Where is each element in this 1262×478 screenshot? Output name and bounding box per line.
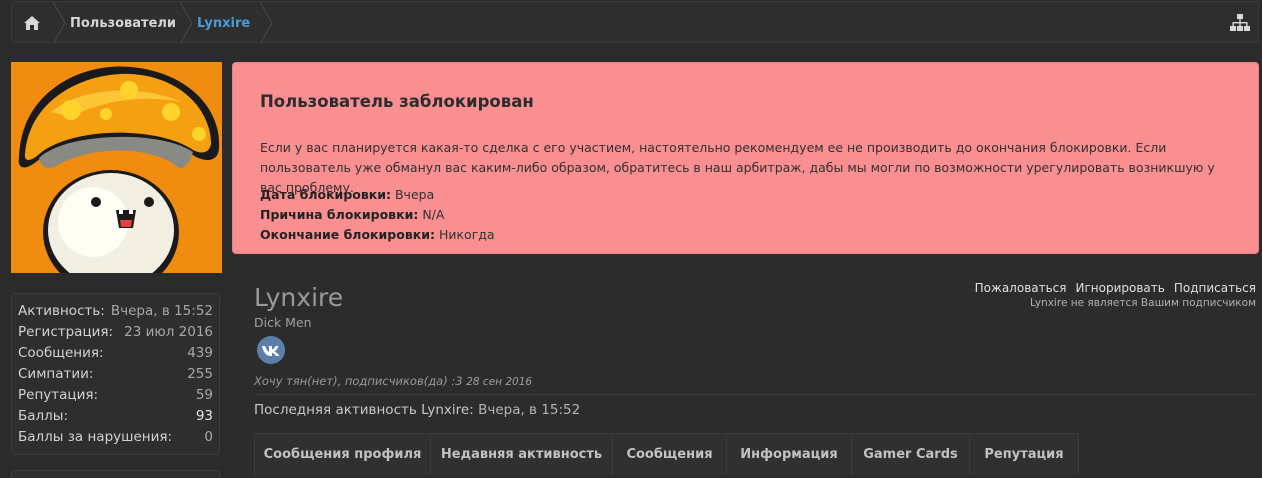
vk-icon[interactable] — [257, 336, 285, 364]
breadcrumb-separator — [179, 2, 193, 42]
user-status: Хочу тян(нет), подписчиков(да) :3 28 сен… — [254, 374, 532, 388]
banned-alert: Пользователь заблокирован Если у вас пла… — [232, 62, 1259, 254]
breadcrumb-users[interactable]: Пользователи — [70, 2, 176, 42]
tab-messages[interactable]: Сообщения — [613, 434, 727, 475]
tab-reputation[interactable]: Репутация — [970, 434, 1078, 475]
stat-messages[interactable]: Сообщения: 439 — [18, 343, 213, 364]
ban-reason: Причина блокировки: N/A — [260, 205, 495, 225]
stat-value: 0 — [204, 429, 213, 445]
stat-label: Репутация: — [18, 387, 99, 403]
stat-reputation: Репутация: 59 — [18, 385, 213, 406]
ban-date: Дата блокировки: Вчера — [260, 185, 495, 205]
stat-label: Симпатии: — [18, 366, 94, 382]
report-link[interactable]: Пожаловаться — [975, 281, 1067, 295]
stat-value: 59 — [195, 387, 213, 403]
status-date[interactable]: 28 сен 2016 — [466, 376, 532, 388]
stat-value: 23 июл 2016 — [124, 324, 213, 340]
stat-value: Вчера, в 15:52 — [110, 303, 213, 319]
tab-information[interactable]: Информация — [727, 434, 852, 475]
home-icon — [24, 16, 40, 30]
breadcrumb-separator — [52, 2, 66, 42]
stat-warning-points: Баллы за нарушения: 0 — [18, 427, 213, 448]
breadcrumb-home[interactable] — [12, 2, 52, 42]
ban-reason-value: N/A — [422, 207, 445, 222]
profile-main: Lynxire Dick Men Хочу тян(нет), подписчи… — [232, 276, 1262, 478]
ban-end: Окончание блокировки: Никогда — [260, 225, 495, 245]
user-stats: Активность: Вчера, в 15:52 Регистрация: … — [11, 293, 220, 455]
tab-recent-activity[interactable]: Недавняя активность — [431, 434, 613, 475]
ban-end-value: Никогда — [438, 227, 495, 242]
stat-value[interactable]: 93 — [196, 406, 213, 427]
sidebar-block — [11, 470, 220, 478]
last-activity-value: Вчера, в 15:52 — [478, 402, 581, 418]
stat-label: Баллы за нарушения: — [18, 429, 173, 445]
breadcrumb-separator — [259, 2, 273, 42]
tab-gamer-cards[interactable]: Gamer Cards — [852, 434, 970, 475]
ban-date-value: Вчера — [394, 187, 435, 202]
profile-tabs: Сообщения профиля Недавняя активность Со… — [254, 433, 1079, 475]
mushroom-avatar-image — [11, 62, 222, 273]
stat-registration: Регистрация: 23 июл 2016 — [18, 322, 213, 343]
stat-activity: Активность: Вчера, в 15:52 — [18, 301, 213, 322]
breadcrumb-current[interactable]: Lynxire — [197, 2, 250, 42]
ban-end-label: Окончание блокировки: — [260, 227, 435, 242]
ban-info: Дата блокировки: Вчера Причина блокировк… — [260, 185, 495, 245]
follow-link[interactable]: Подписаться — [1174, 281, 1256, 295]
follow-note: Lynxire не является Вашим подписчиком — [1029, 297, 1256, 309]
status-text: Хочу тян(нет), подписчиков(да) :3 — [254, 374, 463, 388]
avatar[interactable] — [11, 62, 222, 273]
stat-label: Регистрация: — [18, 324, 114, 340]
stat-value[interactable]: 439 — [187, 343, 213, 364]
breadcrumb: Пользователи Lynxire — [11, 1, 1259, 43]
sitemap-icon[interactable] — [1230, 13, 1250, 33]
tab-profile-posts[interactable]: Сообщения профиля — [255, 434, 431, 475]
last-activity-label: Последняя активность Lynxire: — [254, 402, 474, 418]
ignore-link[interactable]: Игнорировать — [1076, 281, 1165, 295]
stat-label: Сообщения: — [18, 345, 104, 361]
profile-actions: Пожаловаться Игнорировать Подписаться — [975, 281, 1256, 295]
last-activity: Последняя активность Lynxire: Вчера, в 1… — [254, 402, 580, 418]
user-title: Dick Men — [254, 315, 312, 330]
stat-label: Баллы: — [18, 408, 68, 424]
username: Lynxire — [254, 283, 344, 312]
stat-label: Активность: — [18, 303, 105, 319]
ban-reason-label: Причина блокировки: — [260, 207, 419, 222]
stat-likes: Симпатии: 255 — [18, 364, 213, 385]
stat-value: 255 — [187, 366, 213, 382]
ban-date-label: Дата блокировки: — [260, 187, 391, 202]
alert-title: Пользователь заблокирован — [260, 92, 534, 111]
stat-points[interactable]: Баллы: 93 — [18, 406, 213, 427]
divider — [254, 394, 1254, 395]
